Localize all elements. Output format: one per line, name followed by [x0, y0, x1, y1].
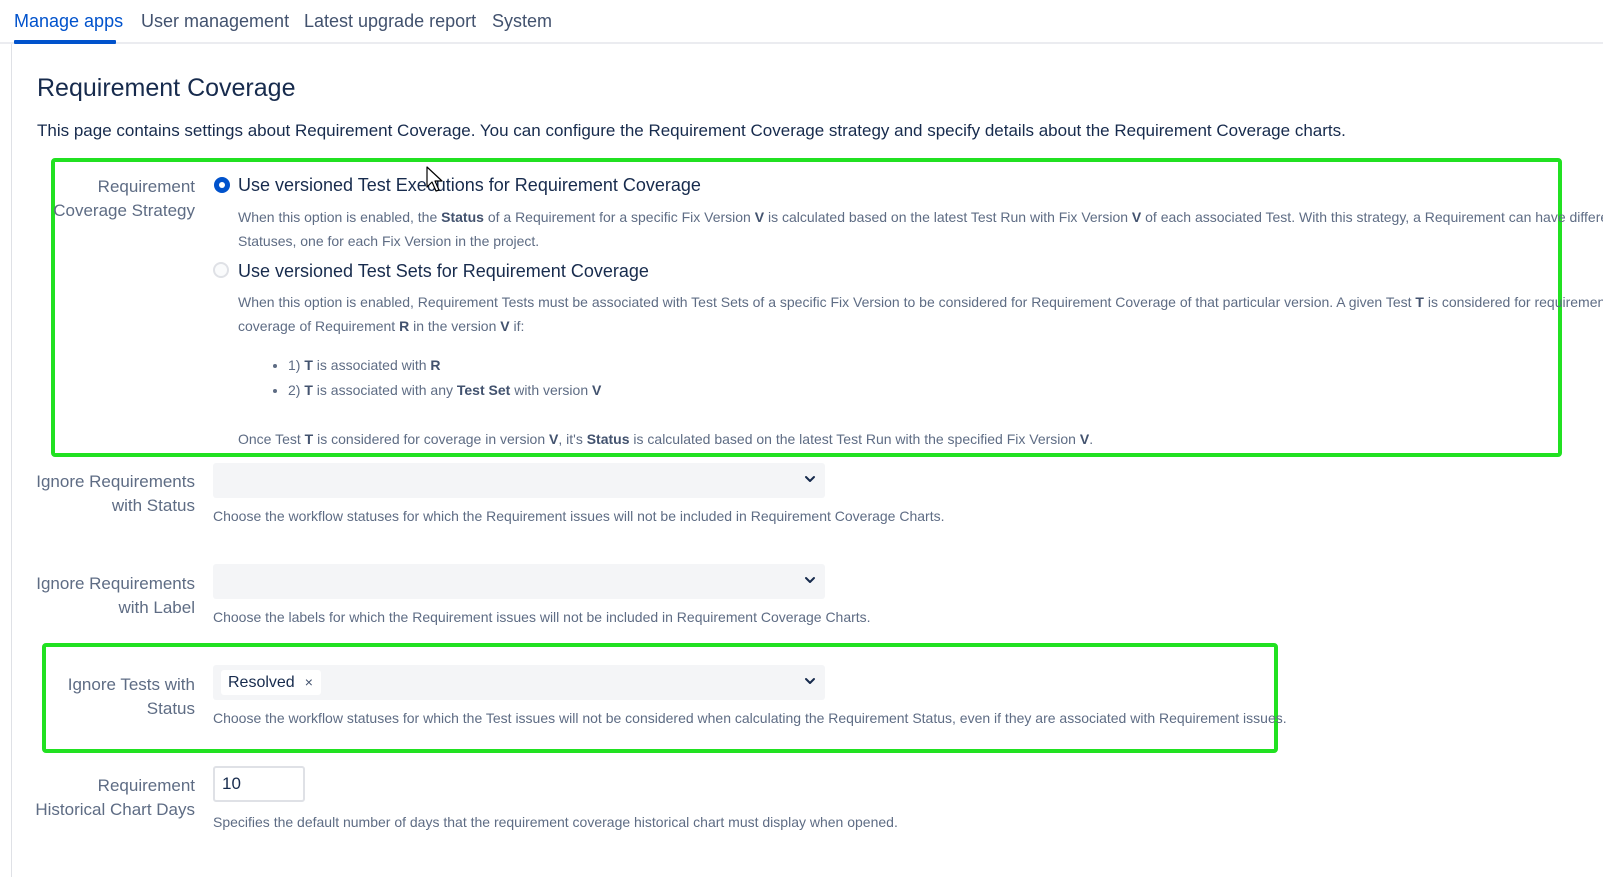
desc-line: When this option is enabled, the Status …	[238, 209, 1603, 225]
coverage-conditions-list: 1) T is associated with R 2) T is associ…	[270, 353, 601, 403]
ignore-tests-status-help: Choose the workflow statuses for which t…	[213, 710, 1287, 726]
desc-line: coverage of Requirement R in the version…	[238, 318, 525, 334]
tab-latest-upgrade-report[interactable]: Latest upgrade report	[304, 11, 476, 32]
list-item: 2) T is associated with any Test Set wit…	[288, 378, 601, 403]
tab-system[interactable]: System	[492, 11, 552, 32]
tab-user-management[interactable]: User management	[141, 11, 289, 32]
status-tag: Resolved ×	[221, 670, 321, 695]
radio-versioned-test-executions[interactable]	[214, 177, 230, 193]
option-label-versioned-test-executions[interactable]: Use versioned Test Executions for Requir…	[238, 175, 701, 196]
ignore-req-label-label: Ignore Requirements with Label	[36, 574, 195, 617]
historical-days-label: Requirement Historical Chart Days	[35, 776, 195, 819]
desc-line: Statuses, one for each Fix Version in th…	[238, 233, 540, 249]
option-desc-versioned-test-sets: When this option is enabled, Requirement…	[238, 290, 1603, 338]
page-intro: This page contains settings about Requir…	[37, 121, 1346, 140]
ignore-req-status-label: Ignore Requirements with Status	[36, 472, 195, 515]
tab-manage-apps[interactable]: Manage apps	[14, 11, 123, 32]
ignore-req-status-help: Choose the workflow statuses for which t…	[213, 508, 945, 524]
option-label-versioned-test-sets[interactable]: Use versioned Test Sets for Requirement …	[238, 261, 649, 282]
content-left-border	[11, 44, 12, 877]
radio-versioned-test-sets[interactable]	[213, 262, 229, 278]
ignore-req-status-select[interactable]	[213, 463, 825, 498]
chevron-down-icon	[805, 476, 815, 482]
active-tab-indicator	[14, 40, 116, 44]
admin-top-nav: Manage apps User management Latest upgra…	[0, 0, 1603, 44]
ignore-tests-status-label: Ignore Tests with Status	[67, 675, 195, 718]
list-item: 1) T is associated with R	[288, 353, 601, 378]
option-desc-footer: Once Test T is considered for coverage i…	[238, 431, 1094, 447]
ignore-req-label-select[interactable]	[213, 564, 825, 599]
ignore-tests-status-select[interactable]: Resolved ×	[213, 665, 825, 700]
option-desc-versioned-test-executions: When this option is enabled, the Status …	[238, 205, 1603, 253]
chevron-down-icon	[805, 577, 815, 583]
desc-line: When this option is enabled, Requirement…	[238, 294, 1603, 310]
page-title: Requirement Coverage	[37, 74, 296, 102]
remove-tag-icon[interactable]: ×	[305, 670, 313, 695]
mouse-cursor-icon	[426, 166, 443, 192]
historical-days-input[interactable]	[213, 766, 305, 802]
historical-days-help: Specifies the default number of days tha…	[213, 814, 898, 830]
chevron-down-icon	[805, 678, 815, 684]
ignore-req-label-help: Choose the labels for which the Requirem…	[213, 609, 871, 625]
strategy-label: Requirement Coverage Strategy	[53, 177, 195, 220]
